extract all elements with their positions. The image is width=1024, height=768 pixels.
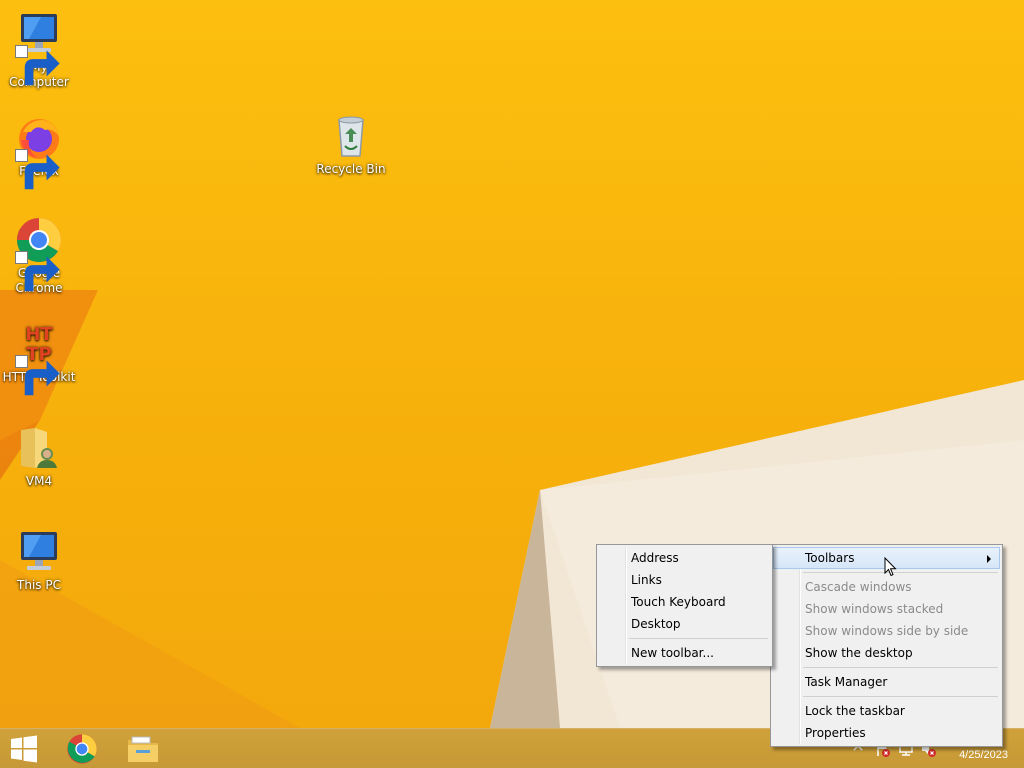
desktop-icon-google-chrome[interactable]: Google Chrome (0, 216, 79, 296)
menu-item-label: Show the desktop (805, 646, 913, 660)
menu-item-label: Address (631, 551, 679, 565)
submenu-item-address[interactable]: Address (599, 547, 770, 569)
desktop-icon-http-toolkit[interactable]: HT TP HTTP Toolkit (0, 320, 79, 396)
toolbars-submenu: Address Links Touch Keyboard Desktop New… (596, 544, 773, 667)
user-folder-icon (21, 428, 57, 468)
menu-item-show-windows-side-by-side[interactable]: Show windows side by side (773, 620, 1000, 642)
desktop-icon-recycle-bin[interactable]: Recycle Bin (311, 112, 391, 177)
submenu-arrow-icon (987, 555, 991, 563)
menu-item-show-windows-stacked[interactable]: Show windows stacked (773, 598, 1000, 620)
menu-item-label: Lock the taskbar (805, 704, 905, 718)
submenu-item-new-toolbar[interactable]: New toolbar... (599, 642, 770, 664)
menu-item-label: Properties (805, 726, 866, 740)
menu-separator (803, 696, 998, 697)
submenu-item-touch-keyboard[interactable]: Touch Keyboard (599, 591, 770, 613)
http-toolkit-logo-top: HT (25, 324, 53, 345)
desktop-icon-my-computer[interactable]: My Computer (0, 10, 79, 90)
menu-separator (803, 572, 998, 573)
mouse-pointer-icon (884, 557, 897, 577)
shortcut-arrow-icon (15, 149, 60, 190)
menu-item-label: Show windows stacked (805, 602, 944, 616)
desktop-icon-label: Recycle Bin (316, 162, 386, 176)
desktop-icon-label: This PC (17, 578, 61, 592)
start-button[interactable] (4, 732, 44, 766)
menu-item-label: Links (631, 573, 662, 587)
file-explorer-icon (128, 736, 158, 762)
shortcut-arrow-icon (15, 251, 60, 292)
desktop-icon-label: VM4 (25, 474, 53, 488)
taskbar-chrome-button[interactable] (60, 732, 104, 766)
windows-logo-icon (11, 735, 37, 763)
desktop-icon-this-pc[interactable]: This PC (0, 528, 79, 593)
menu-item-label: Desktop (631, 617, 681, 631)
submenu-item-links[interactable]: Links (599, 569, 770, 591)
computer-icon (21, 532, 57, 570)
tray-date[interactable]: 4/25/2023 (959, 749, 1008, 761)
menu-item-task-manager[interactable]: Task Manager (773, 671, 1000, 693)
menu-item-cascade-windows[interactable]: Cascade windows (773, 576, 1000, 598)
menu-item-label: Show windows side by side (805, 624, 969, 638)
menu-item-label: Touch Keyboard (631, 595, 726, 609)
desktop-icon-firefox[interactable]: Firefox (0, 114, 79, 190)
desktop-icon-vm4[interactable]: VM4 (0, 424, 79, 489)
shortcut-arrow-icon (15, 355, 60, 396)
recycle-bin-icon (338, 116, 364, 157)
menu-item-show-the-desktop[interactable]: Show the desktop (773, 642, 1000, 664)
chrome-icon (67, 734, 97, 764)
submenu-item-desktop[interactable]: Desktop (599, 613, 770, 635)
menu-item-label: Task Manager (805, 675, 888, 689)
menu-item-properties[interactable]: Properties (773, 722, 1000, 744)
menu-item-label: New toolbar... (631, 646, 714, 660)
menu-item-label: Toolbars (805, 551, 855, 565)
shortcut-arrow-icon (15, 45, 60, 86)
menu-item-label: Cascade windows (805, 580, 912, 594)
taskbar-file-explorer-button[interactable] (121, 732, 165, 766)
menu-separator (803, 667, 998, 668)
menu-item-lock-the-taskbar[interactable]: Lock the taskbar (773, 700, 1000, 722)
menu-separator (629, 638, 768, 639)
